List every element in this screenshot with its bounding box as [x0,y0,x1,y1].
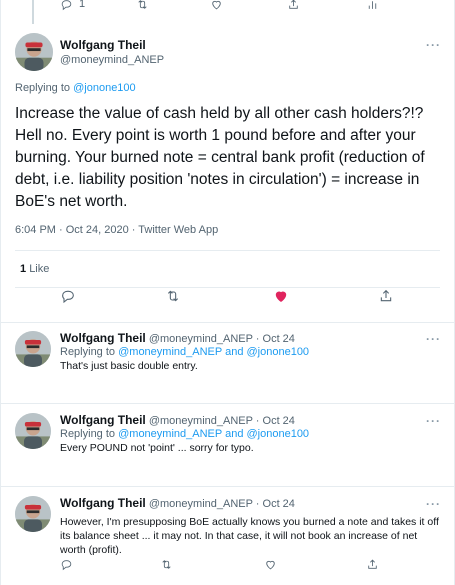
share-icon [368,559,377,569]
reply-icon [62,290,74,304]
replying-to-link[interactable]: @jonone100 [73,82,136,94]
divider [0,486,455,487]
replying-to-link[interactable]: @jonone100 [247,428,310,440]
avatar[interactable] [15,331,51,367]
replying-to: Replying to @moneymind_ANEP and @jonone1… [60,346,440,358]
avatar[interactable] [15,413,51,449]
heart-icon [212,0,221,9]
share-action[interactable] [287,0,300,11]
author-name[interactable]: Wolfgang Theil [60,413,146,427]
author-name[interactable]: Wolfgang Theil [60,496,146,510]
replying-and: and [225,346,244,358]
reply-count: 1 [79,0,86,10]
divider [0,322,455,323]
replying-to: Replying to @jonone100 [15,82,136,94]
heart-icon [275,291,287,302]
analytics-icon [368,0,377,9]
reply-header: Wolfgang Theil @moneymind_ANEP · Oct 24 [60,413,440,428]
replying-to-link[interactable]: @moneymind_ANEP [118,346,222,358]
like-action[interactable] [273,288,289,304]
retweet-icon [162,559,171,569]
reply-tweet[interactable]: Wolfgang Theil @moneymind_ANEP · Oct 24 … [60,496,440,557]
replying-prefix: Replying to [15,82,71,94]
author-handle-date[interactable]: @moneymind_ANEP · Oct 24 [149,415,295,427]
like-action[interactable] [210,0,223,11]
reply-header: Wolfgang Theil @moneymind_ANEP · Oct 24 [60,496,440,511]
avatar-image [15,413,51,449]
reply-text: That's just basic double entry. [60,360,198,372]
likes-summary[interactable]: 1 Like [20,263,49,275]
replying-to-link[interactable]: @jonone100 [247,346,310,358]
replying-prefix: Replying to [60,428,116,440]
analytics-action[interactable] [366,0,379,11]
reply-header: Wolfgang Theil @moneymind_ANEP · Oct 24 [60,331,440,346]
retweet-action[interactable] [165,288,181,304]
reply-text: However, I'm presupposing BoE actually k… [60,516,439,556]
retweet-icon [138,0,147,9]
avatar-image [15,331,51,367]
reply-action[interactable]: 1 [60,0,85,11]
reply-text: Every POUND not 'point' ... sorry for ty… [60,442,254,454]
share-icon [289,0,298,9]
reply-action[interactable] [60,558,73,571]
more-options-icon[interactable]: ··· [426,38,441,52]
avatar-image [15,496,51,532]
replying-to-link[interactable]: @moneymind_ANEP [118,428,222,440]
share-action[interactable] [378,288,394,304]
main-author: Wolfgang Theil @moneymind_ANEP [60,38,164,66]
reply-action[interactable] [60,288,76,304]
share-icon [380,289,392,302]
like-action[interactable] [264,558,277,571]
heart-icon [266,560,275,569]
tweet-text: Increase the value of cash held by all o… [15,105,425,210]
tweet-timestamp[interactable]: 6:04 PM · Oct 24, 2020 · Twitter Web App [15,224,218,236]
divider [15,250,440,251]
likes-count: 1 [20,263,27,275]
replying-prefix: Replying to [60,346,116,358]
retweet-action[interactable] [136,0,149,11]
replying-to: Replying to @moneymind_ANEP and @jonone1… [60,428,440,440]
reply-tweet[interactable]: Wolfgang Theil @moneymind_ANEP · Oct 24 … [60,413,440,455]
likes-label: Like [29,263,50,275]
divider [15,287,440,288]
avatar[interactable] [15,33,53,71]
replying-and: and [225,428,244,440]
avatar-image [15,33,53,71]
reply-icon [61,559,72,570]
author-name[interactable]: Wolfgang Theil [60,38,164,52]
author-handle-date[interactable]: @moneymind_ANEP · Oct 24 [149,333,295,345]
author-handle[interactable]: @moneymind_ANEP [60,54,164,66]
more-options-icon[interactable]: ··· [426,332,441,346]
reply-icon [61,0,72,10]
retweet-action[interactable] [160,558,173,571]
more-options-icon[interactable]: ··· [426,497,441,511]
divider [0,403,455,404]
reply-tweet[interactable]: Wolfgang Theil @moneymind_ANEP · Oct 24 … [60,331,440,373]
share-action[interactable] [366,558,379,571]
avatar[interactable] [15,496,51,532]
more-options-icon[interactable]: ··· [426,414,441,428]
retweet-icon [167,290,179,302]
author-name[interactable]: Wolfgang Theil [60,331,146,345]
author-handle-date[interactable]: @moneymind_ANEP · Oct 24 [149,498,295,510]
thread-connector-line [32,0,34,24]
